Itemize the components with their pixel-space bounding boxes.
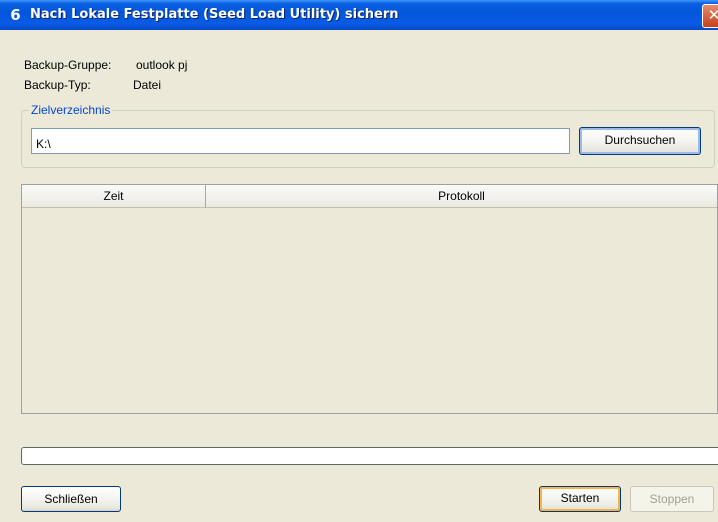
column-header-log[interactable]: Protokoll — [206, 185, 717, 208]
log-table: Zeit Protokoll — [21, 184, 718, 414]
target-directory-legend: Zielverzeichnis — [29, 103, 113, 117]
close-button[interactable]: Schließen — [21, 486, 121, 512]
backup-type-value: Datei — [133, 78, 162, 92]
backup-group-value: outlook pj — [136, 58, 188, 72]
start-button[interactable]: Starten — [539, 486, 621, 512]
target-directory-input[interactable] — [31, 128, 570, 154]
window-title: Nach Lokale Festplatte (Seed Load Utilit… — [30, 7, 399, 22]
title-bar[interactable]: 6 Nach Lokale Festplatte (Seed Load Util… — [0, 0, 718, 30]
column-header-time[interactable]: Zeit — [22, 185, 206, 208]
backup-type-label: Backup-Typ: — [24, 78, 91, 92]
backup-dialog: 6 Nach Lokale Festplatte (Seed Load Util… — [0, 0, 718, 522]
progress-bar — [21, 447, 718, 465]
close-icon[interactable]: ✕ — [702, 4, 718, 28]
backup-group-label: Backup-Gruppe: — [24, 58, 112, 72]
app-icon: 6 — [10, 6, 21, 24]
browse-button[interactable]: Durchsuchen — [579, 127, 701, 155]
stop-button: Stoppen — [630, 486, 714, 512]
